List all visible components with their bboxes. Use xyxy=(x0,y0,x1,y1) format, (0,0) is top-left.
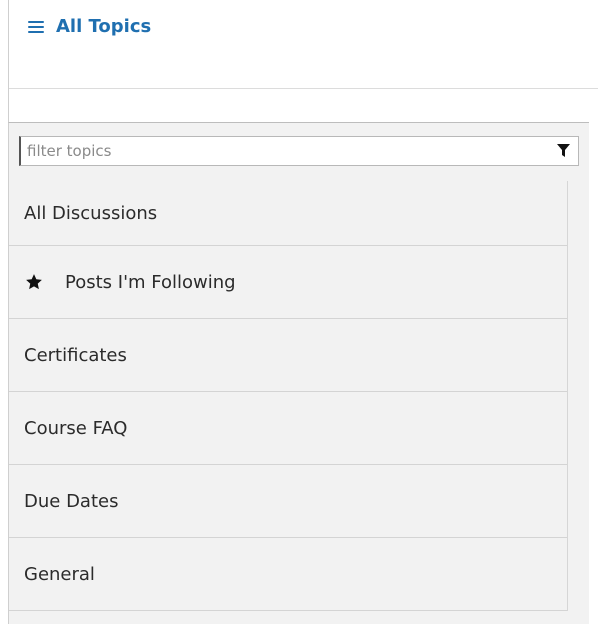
all-topics-label: All Topics xyxy=(56,16,152,37)
topic-item-posts-following[interactable]: Posts I'm Following xyxy=(9,246,567,319)
topic-item-label: General xyxy=(24,563,95,585)
topic-item-general[interactable]: General xyxy=(9,538,567,611)
filter-topics-field[interactable] xyxy=(19,136,579,166)
hamburger-menu-icon xyxy=(28,20,44,34)
topic-item-label: All Discussions xyxy=(24,202,158,224)
topic-item-all-discussions[interactable]: All Discussions xyxy=(9,181,567,246)
topic-item-label: Posts I'm Following xyxy=(65,271,236,293)
all-topics-toggle-button[interactable]: All Topics xyxy=(28,16,151,37)
topic-item-label: Certificates xyxy=(24,344,127,366)
topic-item-due-dates[interactable]: Due Dates xyxy=(9,465,567,538)
topic-list: All Discussions Posts I'm Following Cert… xyxy=(9,181,568,611)
discussion-header: All Topics xyxy=(9,0,598,89)
star-icon xyxy=(26,274,42,290)
filter-topics-input[interactable] xyxy=(27,137,547,165)
topic-item-label: Due Dates xyxy=(24,490,119,512)
topic-item-certificates[interactable]: Certificates xyxy=(9,319,567,392)
topic-item-course-faq[interactable]: Course FAQ xyxy=(9,392,567,465)
topic-item-label: Course FAQ xyxy=(24,417,128,439)
topics-panel: All Discussions Posts I'm Following Cert… xyxy=(8,122,589,624)
filter-funnel-icon xyxy=(557,144,570,157)
